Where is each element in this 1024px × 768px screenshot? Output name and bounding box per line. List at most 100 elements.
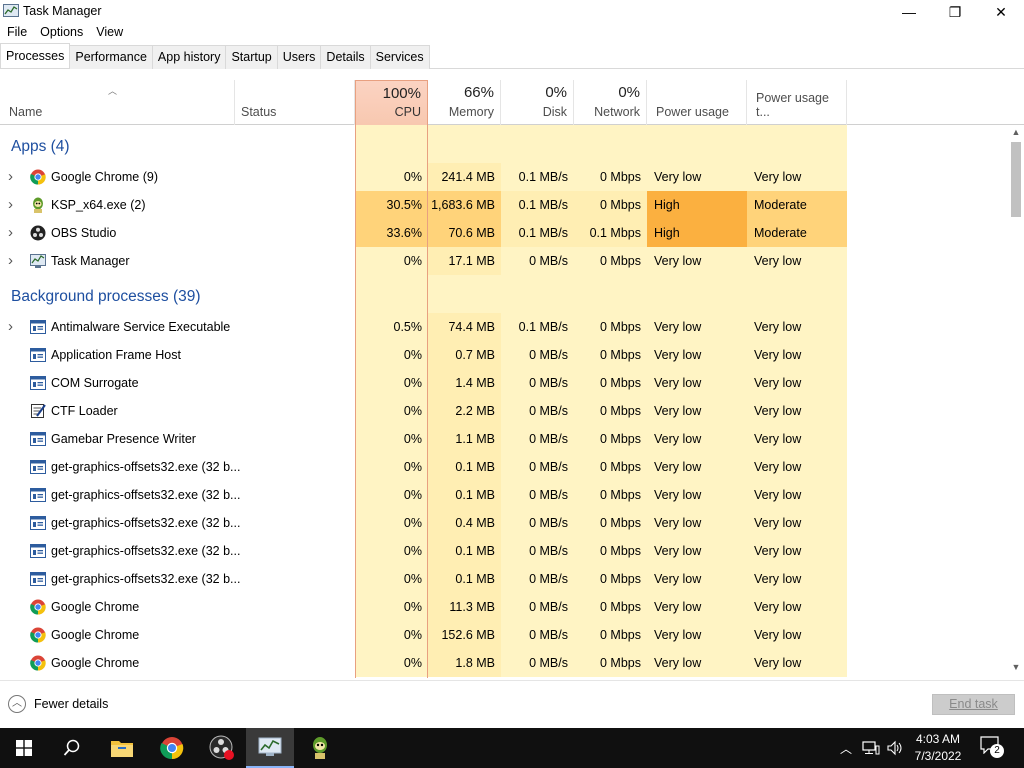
- vertical-scrollbar[interactable]: ▲ ▼: [1008, 125, 1024, 678]
- cell-cpu: 30.5%: [355, 191, 428, 219]
- process-row[interactable]: Google Chrome 0% 152.6 MB 0 MB/s 0 Mbps Very …: [0, 621, 1010, 649]
- process-name: KSP_x64.exe (2): [51, 198, 146, 212]
- process-row[interactable]: get-graphics-offsets32.exe (32 b... 0% 0.1…: [0, 537, 1010, 565]
- column-power-usage-label: Power usage: [656, 105, 729, 119]
- tab-performance[interactable]: Performance: [70, 45, 153, 69]
- network-icon[interactable]: [862, 741, 880, 755]
- taskbar-chrome[interactable]: [148, 728, 196, 768]
- menu-view[interactable]: View: [89, 24, 129, 43]
- window-icon: [30, 459, 46, 475]
- obs-icon: [209, 735, 234, 760]
- column-cpu-label: CPU: [394, 105, 421, 119]
- process-row[interactable]: › Antimalware Service Executable 0.5% 74.4 …: [0, 313, 1010, 341]
- cell-disk: 0 MB/s: [501, 537, 574, 565]
- process-row[interactable]: › KSP_x64.exe (2) 30.5% 1,683.6 MB 0.1 MB/s 0…: [0, 191, 1010, 219]
- column-power-usage[interactable]: Power usage: [647, 80, 747, 125]
- start-button[interactable]: [0, 728, 48, 768]
- expand-chevron-icon[interactable]: ›: [8, 247, 13, 275]
- process-row[interactable]: › Task Manager 0% 17.1 MB 0 MB/s 0 Mbps Very l…: [0, 247, 1010, 275]
- cell-cpu: 0%: [355, 565, 428, 593]
- cell-disk: 0 MB/s: [501, 621, 574, 649]
- expand-chevron-icon[interactable]: ›: [8, 163, 13, 191]
- process-row[interactable]: Gamebar Presence Writer 0% 1.1 MB 0 MB/s 0 M…: [0, 425, 1010, 453]
- cell-memory: 1,683.6 MB: [428, 191, 501, 219]
- cell-cpu: 0%: [355, 621, 428, 649]
- cell-cpu: 0%: [355, 425, 428, 453]
- cell-memory: 1.1 MB: [428, 425, 501, 453]
- clock-date[interactable]: 7/3/2022: [906, 749, 970, 763]
- scroll-up-icon[interactable]: ▲: [1008, 127, 1024, 141]
- cell-network: 0 Mbps: [574, 509, 647, 537]
- column-network[interactable]: 0% Network: [574, 80, 647, 125]
- process-row[interactable]: COM Surrogate 0% 1.4 MB 0 MB/s 0 Mbps Very lo…: [0, 369, 1010, 397]
- column-disk[interactable]: 0% Disk: [501, 80, 574, 125]
- column-name[interactable]: ︿ Name: [0, 80, 235, 125]
- cell-power-trend: Very low: [747, 397, 847, 425]
- expand-chevron-icon[interactable]: ›: [8, 219, 13, 247]
- process-row[interactable]: get-graphics-offsets32.exe (32 b... 0% 0.1…: [0, 453, 1010, 481]
- tab-services[interactable]: Services: [370, 45, 430, 69]
- cell-memory: 152.6 MB: [428, 621, 501, 649]
- clock-time[interactable]: 4:03 AM: [906, 732, 970, 746]
- taskbar-obs[interactable]: [198, 728, 246, 768]
- cell-disk: 0.1 MB/s: [501, 219, 574, 247]
- column-power-usage-trend-label: Power usage t...: [756, 91, 829, 119]
- cell-cpu: 0%: [355, 481, 428, 509]
- process-row[interactable]: Application Frame Host 0% 0.7 MB 0 MB/s 0 Mb…: [0, 341, 1010, 369]
- end-task-button[interactable]: End task: [932, 694, 1015, 715]
- column-disk-label: Disk: [542, 105, 567, 119]
- scroll-down-icon[interactable]: ▼: [1008, 662, 1024, 676]
- cell-power-trend: Very low: [747, 247, 847, 275]
- volume-icon[interactable]: [886, 740, 904, 756]
- cell-power: Very low: [647, 247, 747, 275]
- expand-chevron-icon[interactable]: ›: [8, 313, 13, 341]
- process-row[interactable]: Google Chrome 0% 1.8 MB 0 MB/s 0 Mbps Very lo…: [0, 649, 1010, 677]
- tab-details[interactable]: Details: [321, 45, 371, 69]
- expand-chevron-icon[interactable]: ›: [8, 191, 13, 219]
- taskbar-task-manager[interactable]: [246, 728, 294, 768]
- tab-processes[interactable]: Processes: [0, 43, 71, 68]
- task-manager-icon: [30, 253, 46, 269]
- menu-options[interactable]: Options: [33, 24, 89, 43]
- column-power-usage-trend[interactable]: Power usage t...: [747, 80, 847, 125]
- taskbar-file-explorer[interactable]: [98, 728, 146, 768]
- cell-power: Very low: [647, 313, 747, 341]
- process-row[interactable]: Google Chrome 0% 11.3 MB 0 MB/s 0 Mbps Very l…: [0, 593, 1010, 621]
- tab-startup[interactable]: Startup: [226, 45, 278, 69]
- cell-network: 0 Mbps: [574, 191, 647, 219]
- cell-network: 0 Mbps: [574, 649, 647, 677]
- tab-app-history[interactable]: App history: [152, 45, 227, 69]
- chevron-up-icon[interactable]: ︿: [838, 740, 854, 757]
- process-row[interactable]: get-graphics-offsets32.exe (32 b... 0% 0.1…: [0, 481, 1010, 509]
- close-button[interactable]: ✕: [978, 0, 1024, 24]
- cell-network: 0.1 Mbps: [574, 219, 647, 247]
- chevron-up-circle-icon[interactable]: ︿: [8, 695, 26, 713]
- cell-disk: 0 MB/s: [501, 369, 574, 397]
- cell-power-trend: Very low: [747, 163, 847, 191]
- taskbar-ksp[interactable]: [296, 728, 344, 768]
- maximize-button[interactable]: ❐: [932, 0, 978, 24]
- cell-memory: 1.4 MB: [428, 369, 501, 397]
- cell-disk: 0.1 MB/s: [501, 163, 574, 191]
- cell-power: Very low: [647, 397, 747, 425]
- column-cpu[interactable]: 100% CPU: [355, 80, 428, 125]
- column-status[interactable]: Status: [235, 80, 355, 125]
- search-button[interactable]: [48, 728, 96, 768]
- scroll-thumb[interactable]: [1011, 142, 1021, 217]
- menu-file[interactable]: File: [0, 24, 33, 43]
- title-bar[interactable]: Task Manager — ❐ ✕: [0, 0, 1024, 24]
- window-icon: [30, 319, 46, 335]
- cell-disk: 0 MB/s: [501, 425, 574, 453]
- tab-users[interactable]: Users: [277, 45, 322, 69]
- process-row[interactable]: get-graphics-offsets32.exe (32 b... 0% 0.4…: [0, 509, 1010, 537]
- process-row[interactable]: get-graphics-offsets32.exe (32 b... 0% 0.1…: [0, 565, 1010, 593]
- notification-center-button[interactable]: 2: [980, 736, 1006, 760]
- process-row[interactable]: › OBS Studio 33.6% 70.6 MB 0.1 MB/s 0.1 Mbps H…: [0, 219, 1010, 247]
- column-memory[interactable]: 66% Memory: [428, 80, 501, 125]
- process-row[interactable]: › Google Chrome (9) 0% 241.4 MB 0.1 MB/s 0 Mb…: [0, 163, 1010, 191]
- cell-memory: 0.4 MB: [428, 509, 501, 537]
- fewer-details-link[interactable]: Fewer details: [34, 697, 108, 711]
- process-row[interactable]: CTF Loader 0% 2.2 MB 0 MB/s 0 Mbps Very low Ve…: [0, 397, 1010, 425]
- minimize-button[interactable]: —: [886, 0, 932, 24]
- chrome-icon: [30, 599, 46, 615]
